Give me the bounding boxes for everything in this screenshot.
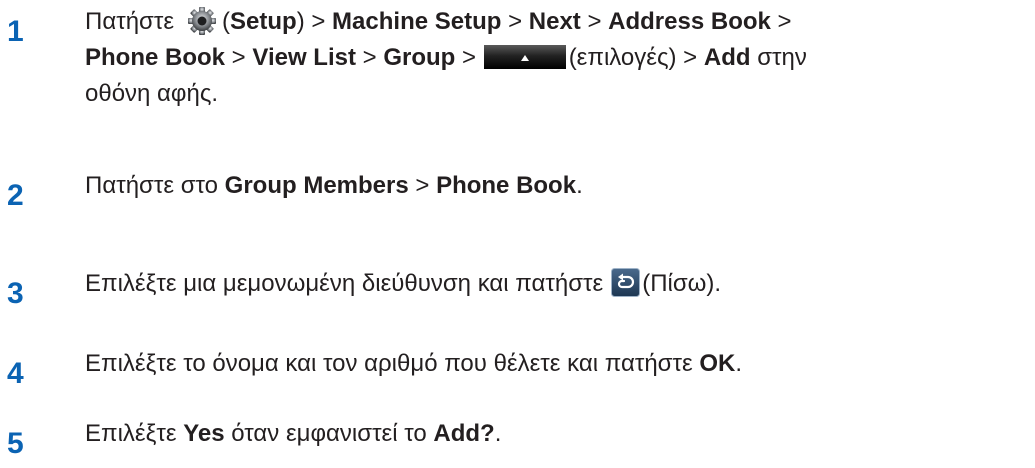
setup-label: Setup [230,8,297,35]
group-members-label: Group Members [224,172,409,199]
view-list-label: View List [252,44,356,71]
phone-book-label: Phone Book [85,44,226,71]
text-segment: . [735,350,742,377]
text-segment: ) > [296,8,333,35]
text-segment: Επιλέξτε [85,420,184,447]
step-number: 4 [7,357,24,390]
text-segment: > [501,8,529,35]
phone-book-label: Phone Book [436,172,577,199]
ok-label: OK [699,350,736,377]
step-number: 5 [7,427,24,460]
back-arrow-icon [611,268,641,297]
step-line: Phone Book > View List > Group > (επιλογ… [85,40,1030,76]
text-segment: > [355,44,384,71]
text-segment: > [580,8,609,35]
text-segment: > [770,8,792,35]
text-segment: Επιλέξτε το όνομα και τον αριθμό που θέλ… [85,350,700,377]
text-segment: > [408,172,437,199]
machine-setup-label: Machine Setup [332,8,502,35]
step-text: Επιλέξτε μια μεμονωμένη διεύθυνση και πα… [85,266,1030,302]
text-segment: . [494,420,502,447]
step-text: Επιλέξτε το όνομα και τον αριθμό που θέλ… [85,346,1030,382]
text-segment: Πατήστε [85,8,175,35]
text-segment: (Πίσω). [642,270,722,297]
step-text: Πατήστε (Setup) > Machine Setup > Next >… [85,4,1030,112]
step-number: 2 [7,179,24,212]
text-segment: Επιλέξτε μια μεμονωμένη διεύθυνση και πα… [85,270,604,297]
step-text: Πατήστε στο Group Members > Phone Book. [85,168,1030,204]
step-line: οθόνη αφής. [85,80,219,107]
step-line: Πατήστε (Setup) > Machine Setup > Next >… [85,4,1030,40]
gear-icon [186,7,218,35]
text-segment: Πατήστε στο [85,172,225,199]
step-line: Πατήστε στο Group Members > Phone Book. [85,168,1030,204]
step-number: 3 [7,277,24,310]
address-book-label: Address Book [608,8,771,35]
text-segment: . [576,172,583,199]
add-label: Add [703,44,751,71]
yes-label: Yes [183,420,225,447]
add-prompt-label: Add? [433,420,495,447]
step-line: Επιλέξτε το όνομα και τον αριθμό που θέλ… [85,346,1030,382]
text-segment: > [455,44,483,71]
text-segment: ( [222,8,231,35]
step-text: Επιλέξτε Yes όταν εμφανιστεί το Add?. [85,416,1030,452]
text-segment: (επιλογές) > [568,44,704,71]
text-segment: στην [750,44,807,71]
text-segment: > [225,44,253,71]
group-label: Group [383,44,456,71]
next-label: Next [528,8,581,35]
step-line: Επιλέξτε Yes όταν εμφανιστεί το Add?. [85,416,1030,452]
options-up-arrow-icon [483,44,566,69]
text-segment: όταν εμφανιστεί το [224,420,434,447]
step-number: 1 [7,15,24,48]
step-line: Επιλέξτε μια μεμονωμένη διεύθυνση και πα… [85,266,1030,302]
